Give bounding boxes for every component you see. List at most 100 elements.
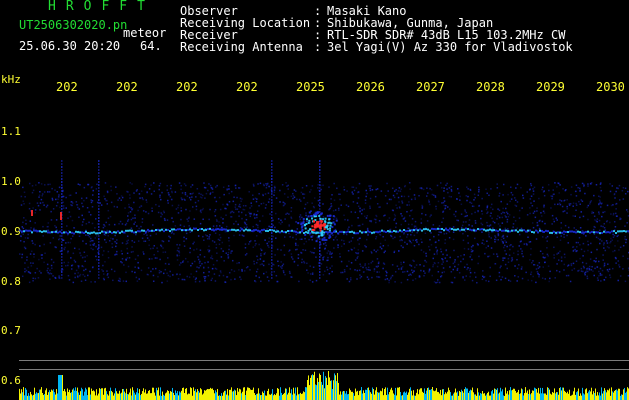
carrier-trace — [455, 228, 457, 231]
noise-speck — [575, 184, 578, 187]
activity-bar — [545, 393, 546, 400]
noise-speck — [406, 270, 409, 273]
carrier-trace — [557, 231, 559, 234]
noise-speck — [352, 201, 355, 203]
activity-bar — [209, 389, 210, 400]
activity-bar — [148, 390, 149, 400]
carrier-trace — [43, 230, 45, 233]
meteor-echo — [320, 225, 323, 228]
activity-bar — [347, 394, 348, 400]
activity-bar — [393, 393, 394, 400]
noise-speck — [119, 220, 122, 223]
noise-speck — [130, 207, 132, 209]
noise-speck — [51, 267, 53, 269]
noise-speck — [385, 274, 388, 277]
noise-speck — [448, 236, 451, 239]
noise-speck — [376, 271, 378, 273]
noise-speck — [466, 186, 468, 188]
noise-speck — [506, 221, 509, 223]
carrier-trace — [471, 229, 473, 232]
noise-speck — [614, 245, 616, 247]
activity-bar — [499, 392, 500, 400]
noise-speck — [340, 260, 343, 263]
noise-speck — [204, 261, 206, 264]
activity-bar — [437, 391, 438, 400]
noise-speck — [532, 188, 534, 190]
activity-bar — [621, 394, 622, 400]
activity-bar — [590, 391, 591, 400]
noise-speck — [223, 260, 225, 262]
carrier-trace — [491, 229, 493, 232]
noise-speck — [203, 186, 206, 189]
noise-speck — [367, 263, 370, 265]
noise-speck — [322, 258, 324, 261]
carrier-trace — [419, 228, 421, 231]
noise-speck — [426, 220, 429, 222]
noise-speck — [178, 250, 180, 253]
noise-speck — [78, 216, 80, 219]
noise-speck — [309, 279, 311, 282]
noise-speck — [225, 214, 227, 216]
noise-speck — [530, 184, 533, 187]
noise-speck — [351, 191, 354, 193]
streak — [98, 229, 100, 231]
noise-speck — [110, 237, 112, 240]
activity-bar — [175, 390, 176, 400]
carrier-trace — [201, 228, 203, 231]
activity-bar — [604, 388, 605, 400]
carrier-trace — [145, 230, 147, 233]
noise-speck — [306, 201, 309, 204]
noise-speck — [516, 267, 519, 270]
noise-speck — [414, 196, 416, 199]
carrier-trace — [205, 228, 207, 231]
activity-bar — [538, 387, 539, 400]
activity-bar — [413, 390, 414, 400]
activity-bar — [375, 390, 376, 400]
noise-speck — [502, 194, 504, 196]
noise-speck — [475, 276, 477, 278]
noise-speck — [593, 194, 595, 197]
noise-speck — [234, 184, 237, 187]
noise-speck — [609, 190, 612, 193]
noise-speck — [496, 187, 499, 189]
noise-speck — [187, 220, 189, 222]
carrier-trace — [115, 231, 117, 234]
noise-speck — [560, 222, 562, 224]
streak — [98, 160, 100, 162]
noise-speck — [624, 192, 627, 195]
noise-speck — [262, 264, 265, 267]
noise-speck — [486, 212, 488, 215]
noise-speck — [156, 247, 158, 249]
noise-speck — [583, 267, 585, 269]
activity-bar — [578, 388, 579, 400]
noise-speck — [134, 217, 136, 219]
noise-speck — [446, 206, 449, 208]
streak — [271, 220, 273, 222]
carrier-trace — [157, 228, 159, 231]
noise-speck — [443, 233, 446, 235]
noise-speck — [39, 202, 42, 204]
activity-bar — [276, 393, 277, 400]
streak — [271, 202, 273, 204]
noise-speck — [537, 272, 539, 274]
noise-speck — [153, 182, 155, 184]
noise-speck — [601, 269, 604, 272]
activity-bar — [104, 388, 105, 400]
streak — [98, 238, 100, 240]
noise-speck — [58, 275, 60, 277]
noise-speck — [564, 224, 567, 227]
noise-speck — [309, 265, 311, 267]
carrier-trace — [143, 229, 145, 232]
noise-speck — [121, 253, 123, 255]
noise-speck — [258, 243, 260, 246]
noise-speck — [425, 252, 427, 255]
noise-speck — [241, 268, 243, 271]
carrier-trace — [247, 229, 249, 232]
noise-speck — [74, 272, 76, 275]
activity-bar — [599, 392, 600, 400]
streak — [98, 190, 100, 192]
noise-speck — [195, 248, 198, 250]
noise-speck — [379, 242, 382, 245]
noise-speck — [103, 238, 106, 241]
streak — [319, 202, 321, 204]
